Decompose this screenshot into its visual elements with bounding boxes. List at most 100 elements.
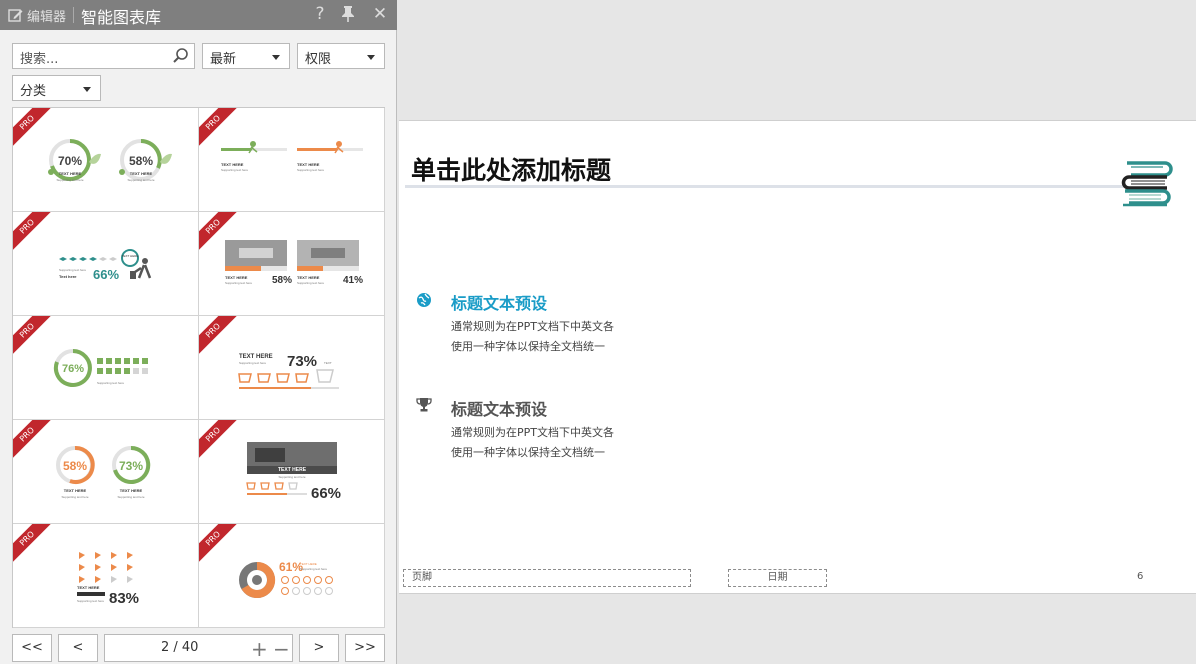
template-thumbnail: TEXT HERE Supporting text here TEXT HERE… (221, 141, 363, 172)
template-thumbnail: TEXT HERE Supporting text here Text here… (59, 249, 152, 282)
globe-icon (417, 293, 431, 307)
smart-chart-library-panel: 编辑器 智能图表库 ? ✕ 搜索... 最新 权限 分类 70% 58% TEX… (0, 0, 397, 664)
svg-text:Supporting text here: Supporting text here (297, 281, 324, 285)
svg-text:TEXT HERE: TEXT HERE (130, 171, 153, 176)
date-placeholder[interactable]: 日期 (728, 569, 827, 587)
footer-placeholder[interactable]: 页脚 (403, 569, 691, 587)
svg-text:TEXT HERE: TEXT HERE (77, 585, 100, 590)
svg-text:TEXT HERE: TEXT HERE (122, 254, 139, 258)
template-thumbnail: 70% 58% TEXT HERE Supporting text here T… (48, 139, 172, 182)
chevron-down-icon (272, 55, 280, 60)
svg-text:TEXT HERE: TEXT HERE (225, 275, 248, 280)
svg-text:TEXT HERE: TEXT HERE (278, 467, 307, 473)
svg-text:Supporting text here: Supporting text here (225, 281, 252, 285)
svg-text:TEXT HERE: TEXT HERE (297, 162, 320, 167)
search-input[interactable]: 搜索... (12, 43, 195, 69)
page-indicator-text: 2 / 40 (161, 640, 199, 655)
section-heading[interactable]: 标题文本预设 (451, 396, 547, 420)
svg-text:73%: 73% (119, 459, 143, 473)
svg-text:Supporting text here: Supporting text here (300, 567, 327, 571)
titlebar-divider (73, 7, 74, 23)
chart-template-card[interactable]: 70% 58% TEXT HERE Supporting text here T… (13, 108, 199, 212)
search-placeholder: 搜索... (20, 52, 59, 67)
zoom-in-icon[interactable]: + (251, 637, 268, 661)
svg-text:41%: 41% (343, 275, 363, 286)
last-page-button[interactable]: >> (345, 634, 385, 662)
svg-text:Supporting text here: Supporting text here (59, 268, 86, 272)
svg-text:70%: 70% (58, 154, 82, 168)
permission-value: 权限 (305, 52, 332, 67)
category-dropdown[interactable]: 分类 (12, 75, 101, 101)
pin-button[interactable] (338, 5, 358, 28)
chart-template-card[interactable]: TEXT HERE Supporting text here TEXT HERE… (199, 108, 385, 212)
svg-text:58%: 58% (63, 459, 87, 473)
sort-dropdown[interactable]: 最新 (202, 43, 290, 69)
zoom-out-icon[interactable]: − (273, 637, 290, 661)
search-icon[interactable] (172, 47, 190, 65)
title-underline (405, 185, 1125, 188)
section-body-line: 通常规则为在PPT文档下中英文各 (451, 426, 614, 439)
chart-template-grid: 70% 58% TEXT HERE Supporting text here T… (12, 107, 385, 628)
close-button[interactable]: ✕ (370, 4, 390, 24)
svg-text:58%: 58% (272, 275, 292, 286)
svg-text:Supporting text here: Supporting text here (56, 178, 83, 182)
slide-title[interactable]: 单击此处添加标题 (411, 151, 611, 187)
slide-page-number: 6 (1137, 571, 1144, 582)
svg-text:Supporting text here: Supporting text here (77, 599, 104, 603)
svg-text:TEXT HERE: TEXT HERE (221, 162, 244, 167)
section-body-line: 使用一种字体以保持全文档统一 (451, 340, 605, 353)
svg-text:73%: 73% (287, 353, 317, 370)
books-icon (1121, 161, 1173, 207)
chart-template-card[interactable]: TEXT HERE Supporting text here 58% TEXT … (199, 212, 385, 316)
template-thumbnail: 58% 73% TEXT HERE Supporting text here T… (56, 445, 151, 499)
template-thumbnail: TEXT HERE Supporting text here 73% TEXT (238, 353, 339, 389)
svg-text:TEXT: TEXT (324, 361, 332, 365)
section-body-line: 使用一种字体以保持全文档统一 (451, 446, 605, 459)
svg-text:Supporting text here: Supporting text here (297, 168, 324, 172)
page-indicator: 2 / 40 + − (104, 634, 293, 662)
category-value: 分类 (20, 84, 47, 99)
chart-template-card[interactable]: 61% TEXT HERE Supporting text here PRO (199, 524, 385, 628)
first-page-button[interactable]: << (12, 634, 52, 662)
chart-template-card[interactable]: TEXT HERE Supporting text here 83% PRO (13, 524, 199, 628)
edit-icon (8, 9, 23, 22)
svg-text:66%: 66% (93, 267, 119, 282)
sort-value: 最新 (210, 52, 237, 67)
svg-text:Supporting text here: Supporting text here (117, 495, 144, 499)
chart-template-card[interactable]: TEXT HERE Supporting text here 73% TEXT … (199, 316, 385, 420)
section-body[interactable]: 通常规则为在PPT文档下中英文各 使用一种字体以保持全文档统一 (451, 317, 614, 357)
svg-text:Supporting text here: Supporting text here (61, 495, 88, 499)
svg-text:TEXT HERE: TEXT HERE (64, 488, 87, 493)
svg-text:76%: 76% (62, 363, 84, 375)
svg-text:TEXT HERE: TEXT HERE (120, 488, 143, 493)
template-thumbnail: 61% TEXT HERE Supporting text here (239, 560, 333, 598)
section-heading[interactable]: 标题文本预设 (451, 290, 547, 314)
chart-template-card[interactable]: TEXT HERE Supporting text here 66% PRO (199, 420, 385, 524)
slide-canvas[interactable]: 单击此处添加标题 标题文本预设 通常规则为在PPT文档下中英文各 使用一种字体以… (399, 120, 1196, 594)
chart-template-card[interactable]: TEXT HERE Supporting text here Text here… (13, 212, 199, 316)
panel-titlebar: 编辑器 智能图表库 ? ✕ (0, 0, 397, 30)
svg-text:83%: 83% (109, 590, 139, 607)
section-body[interactable]: 通常规则为在PPT文档下中英文各 使用一种字体以保持全文档统一 (451, 423, 614, 463)
chevron-down-icon (83, 87, 91, 92)
svg-text:58%: 58% (129, 154, 153, 168)
help-button[interactable]: ? (310, 4, 330, 24)
svg-text:66%: 66% (311, 485, 341, 502)
svg-text:Supporting text here: Supporting text here (97, 381, 124, 385)
svg-text:Supporting text here: Supporting text here (127, 178, 154, 182)
svg-text:TEXT HERE: TEXT HERE (300, 562, 317, 566)
chevron-down-icon (367, 55, 375, 60)
trophy-icon (416, 398, 432, 412)
permission-dropdown[interactable]: 权限 (297, 43, 385, 69)
next-page-button[interactable]: > (299, 634, 339, 662)
chart-template-card[interactable]: 58% 73% TEXT HERE Supporting text here T… (13, 420, 199, 524)
template-thumbnail: TEXT HERE Supporting text here 58% TEXT … (225, 240, 363, 286)
prev-page-button[interactable]: < (58, 634, 98, 662)
editor-tab[interactable]: 编辑器 (8, 6, 66, 25)
svg-text:Supporting text here: Supporting text here (221, 168, 248, 172)
section-body-line: 通常规则为在PPT文档下中英文各 (451, 320, 614, 333)
chart-template-card[interactable]: 76% Supporting text here PRO (13, 316, 199, 420)
pin-icon (342, 6, 354, 22)
panel-title: 智能图表库 (81, 8, 162, 27)
svg-text:TEXT HERE: TEXT HERE (59, 171, 82, 176)
